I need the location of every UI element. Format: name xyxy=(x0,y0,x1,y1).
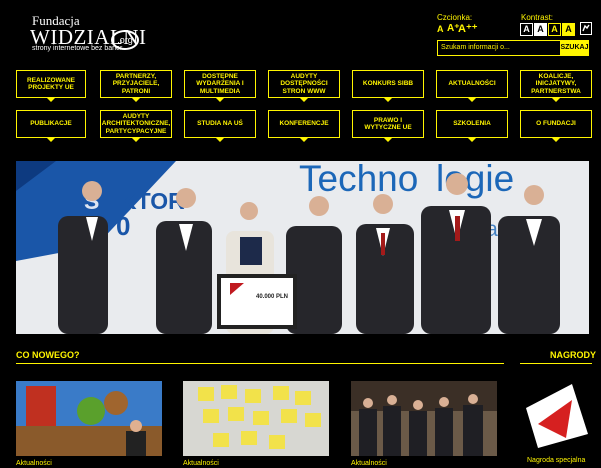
search-button[interactable]: SZUKAJ xyxy=(560,40,589,56)
nav-prawo-i-wytyczne[interactable]: PRAWO I WYTYCZNE UE xyxy=(352,110,424,142)
news-caption-1[interactable]: Aktualności xyxy=(16,460,52,467)
nav-dostepne-wydarzenia[interactable]: DOSTĘPNE WYDARZENIA I MULTIMEDIA xyxy=(184,70,256,102)
award-image[interactable] xyxy=(520,378,592,454)
news-thumb-3[interactable] xyxy=(351,381,497,456)
section-awards-heading: NAGRODY xyxy=(550,350,597,360)
nav-koalicje[interactable]: KOALICJE, INICJATYWY, PARTNERSTWA xyxy=(520,70,592,102)
svg-text:0: 0 xyxy=(116,211,130,241)
nav-realizowane-projekty[interactable]: REALIZOWANE PROJEKTY UE xyxy=(16,70,86,102)
search-input[interactable]: Szukam informacji o... xyxy=(437,40,561,56)
svg-text:Techno: Techno xyxy=(299,161,418,199)
news-caption-3[interactable]: Aktualności xyxy=(351,460,387,467)
contrast-yellow-on-black[interactable]: A xyxy=(548,23,561,36)
news-thumb-1[interactable] xyxy=(16,381,162,456)
nav-publikacje[interactable]: PUBLIKACJE xyxy=(16,110,86,142)
nav-konkurs-sibb[interactable]: KONKURS SIBB xyxy=(352,70,424,102)
section-news-heading: CO NOWEGO? xyxy=(16,350,80,360)
font-size-xlarge[interactable]: A⁺⁺ xyxy=(458,22,478,35)
section-awards-divider xyxy=(520,363,592,364)
hero-photo[interactable]: S KTOR 0 Techno logie cjac xyxy=(16,161,589,334)
contrast-white[interactable]: A xyxy=(534,23,547,36)
hero-cheque-amount: 40.000 PLN xyxy=(256,294,289,300)
nav-aktualnosci[interactable]: AKTUALNOŚCI xyxy=(436,70,508,102)
nav-partnerzy[interactable]: PARTNERZY, PRZYJACIELE, PATRONI xyxy=(100,70,172,102)
logo-tagline: strony internetowe bez barier xyxy=(32,45,123,52)
news-thumb-2[interactable] xyxy=(183,381,329,456)
news-caption-2[interactable]: Aktualności xyxy=(183,460,219,467)
nav-audyty-stron[interactable]: AUDYTY DOSTĘPNOŚCI STRON WWW xyxy=(268,70,340,102)
nav-studia-na-us[interactable]: STUDIA NA UŚ xyxy=(184,110,256,142)
sign-language-icon[interactable] xyxy=(580,22,592,35)
section-news-divider xyxy=(16,363,504,364)
contrast-label: Kontrast: xyxy=(521,13,554,22)
font-size-label: Czcionka: xyxy=(437,13,473,22)
nav-konferencje[interactable]: KONFERENCJE xyxy=(268,110,340,142)
font-size-normal[interactable]: A xyxy=(437,24,444,34)
contrast-black-on-yellow[interactable]: A xyxy=(562,23,575,36)
nav-o-fundacji[interactable]: O FUNDACJI xyxy=(520,110,592,142)
nav-audyty-architektoniczne[interactable]: AUDYTY ARCHITEKTONICZNE, PARTYCYPACYJNE xyxy=(100,110,172,142)
nav-szkolenia[interactable]: SZKOLENIA xyxy=(436,110,508,142)
contrast-default[interactable]: A xyxy=(520,23,533,36)
award-caption[interactable]: Nagroda specjalna xyxy=(527,457,585,464)
